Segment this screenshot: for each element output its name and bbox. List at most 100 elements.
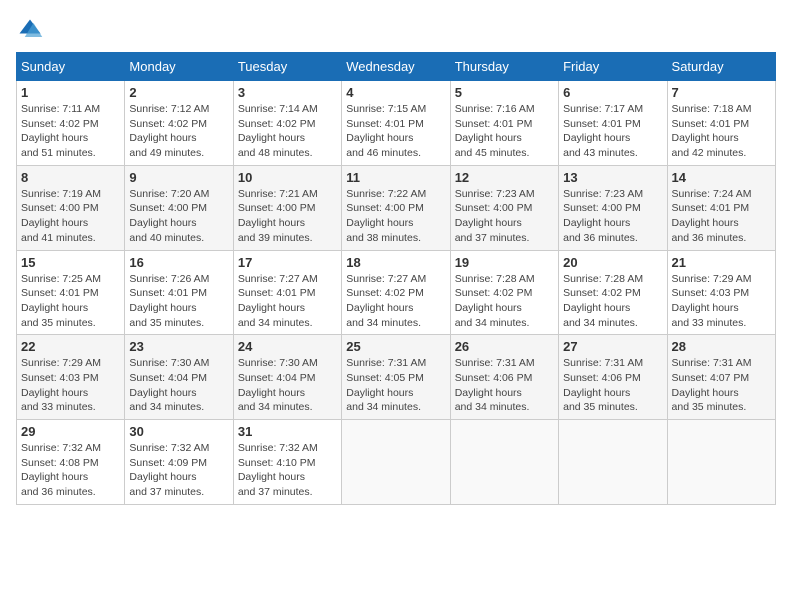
day-number: 1 — [21, 85, 120, 100]
calendar-cell: 2 Sunrise: 7:12 AM Sunset: 4:02 PM Dayli… — [125, 81, 233, 166]
calendar-cell — [667, 420, 775, 505]
day-number: 31 — [238, 424, 337, 439]
day-number: 16 — [129, 255, 228, 270]
calendar-cell: 7 Sunrise: 7:18 AM Sunset: 4:01 PM Dayli… — [667, 81, 775, 166]
logo — [16, 16, 48, 44]
day-info: Sunrise: 7:25 AM Sunset: 4:01 PM Dayligh… — [21, 272, 120, 331]
day-info: Sunrise: 7:23 AM Sunset: 4:00 PM Dayligh… — [455, 187, 554, 246]
day-number: 20 — [563, 255, 662, 270]
day-number: 19 — [455, 255, 554, 270]
day-number: 13 — [563, 170, 662, 185]
calendar-week-2: 8 Sunrise: 7:19 AM Sunset: 4:00 PM Dayli… — [17, 165, 776, 250]
calendar-cell: 17 Sunrise: 7:27 AM Sunset: 4:01 PM Dayl… — [233, 250, 341, 335]
day-number: 21 — [672, 255, 771, 270]
day-info: Sunrise: 7:17 AM Sunset: 4:01 PM Dayligh… — [563, 102, 662, 161]
day-info: Sunrise: 7:27 AM Sunset: 4:02 PM Dayligh… — [346, 272, 445, 331]
day-number: 12 — [455, 170, 554, 185]
day-info: Sunrise: 7:15 AM Sunset: 4:01 PM Dayligh… — [346, 102, 445, 161]
day-info: Sunrise: 7:32 AM Sunset: 4:08 PM Dayligh… — [21, 441, 120, 500]
day-number: 9 — [129, 170, 228, 185]
calendar-week-1: 1 Sunrise: 7:11 AM Sunset: 4:02 PM Dayli… — [17, 81, 776, 166]
calendar-cell: 4 Sunrise: 7:15 AM Sunset: 4:01 PM Dayli… — [342, 81, 450, 166]
day-info: Sunrise: 7:26 AM Sunset: 4:01 PM Dayligh… — [129, 272, 228, 331]
calendar-cell: 29 Sunrise: 7:32 AM Sunset: 4:08 PM Dayl… — [17, 420, 125, 505]
day-info: Sunrise: 7:32 AM Sunset: 4:09 PM Dayligh… — [129, 441, 228, 500]
calendar-cell: 24 Sunrise: 7:30 AM Sunset: 4:04 PM Dayl… — [233, 335, 341, 420]
day-info: Sunrise: 7:29 AM Sunset: 4:03 PM Dayligh… — [21, 356, 120, 415]
calendar-cell: 3 Sunrise: 7:14 AM Sunset: 4:02 PM Dayli… — [233, 81, 341, 166]
calendar-cell: 16 Sunrise: 7:26 AM Sunset: 4:01 PM Dayl… — [125, 250, 233, 335]
day-number: 4 — [346, 85, 445, 100]
calendar-cell — [342, 420, 450, 505]
calendar-cell: 22 Sunrise: 7:29 AM Sunset: 4:03 PM Dayl… — [17, 335, 125, 420]
day-number: 14 — [672, 170, 771, 185]
calendar-cell: 10 Sunrise: 7:21 AM Sunset: 4:00 PM Dayl… — [233, 165, 341, 250]
calendar-cell: 5 Sunrise: 7:16 AM Sunset: 4:01 PM Dayli… — [450, 81, 558, 166]
day-info: Sunrise: 7:30 AM Sunset: 4:04 PM Dayligh… — [238, 356, 337, 415]
day-number: 23 — [129, 339, 228, 354]
calendar-cell: 31 Sunrise: 7:32 AM Sunset: 4:10 PM Dayl… — [233, 420, 341, 505]
calendar-cell — [559, 420, 667, 505]
day-number: 2 — [129, 85, 228, 100]
calendar-week-3: 15 Sunrise: 7:25 AM Sunset: 4:01 PM Dayl… — [17, 250, 776, 335]
day-info: Sunrise: 7:18 AM Sunset: 4:01 PM Dayligh… — [672, 102, 771, 161]
weekday-header-tuesday: Tuesday — [233, 53, 341, 81]
day-number: 11 — [346, 170, 445, 185]
calendar-table: SundayMondayTuesdayWednesdayThursdayFrid… — [16, 52, 776, 505]
day-info: Sunrise: 7:27 AM Sunset: 4:01 PM Dayligh… — [238, 272, 337, 331]
weekday-header-sunday: Sunday — [17, 53, 125, 81]
day-info: Sunrise: 7:12 AM Sunset: 4:02 PM Dayligh… — [129, 102, 228, 161]
weekday-header-thursday: Thursday — [450, 53, 558, 81]
day-info: Sunrise: 7:21 AM Sunset: 4:00 PM Dayligh… — [238, 187, 337, 246]
day-number: 27 — [563, 339, 662, 354]
day-number: 28 — [672, 339, 771, 354]
calendar-cell: 8 Sunrise: 7:19 AM Sunset: 4:00 PM Dayli… — [17, 165, 125, 250]
day-info: Sunrise: 7:23 AM Sunset: 4:00 PM Dayligh… — [563, 187, 662, 246]
day-info: Sunrise: 7:16 AM Sunset: 4:01 PM Dayligh… — [455, 102, 554, 161]
day-info: Sunrise: 7:31 AM Sunset: 4:06 PM Dayligh… — [563, 356, 662, 415]
calendar-cell: 9 Sunrise: 7:20 AM Sunset: 4:00 PM Dayli… — [125, 165, 233, 250]
calendar-cell: 12 Sunrise: 7:23 AM Sunset: 4:00 PM Dayl… — [450, 165, 558, 250]
weekday-header-monday: Monday — [125, 53, 233, 81]
calendar-cell: 13 Sunrise: 7:23 AM Sunset: 4:00 PM Dayl… — [559, 165, 667, 250]
day-number: 24 — [238, 339, 337, 354]
day-number: 3 — [238, 85, 337, 100]
day-info: Sunrise: 7:19 AM Sunset: 4:00 PM Dayligh… — [21, 187, 120, 246]
day-info: Sunrise: 7:29 AM Sunset: 4:03 PM Dayligh… — [672, 272, 771, 331]
day-number: 5 — [455, 85, 554, 100]
day-info: Sunrise: 7:24 AM Sunset: 4:01 PM Dayligh… — [672, 187, 771, 246]
day-info: Sunrise: 7:31 AM Sunset: 4:06 PM Dayligh… — [455, 356, 554, 415]
calendar-cell: 25 Sunrise: 7:31 AM Sunset: 4:05 PM Dayl… — [342, 335, 450, 420]
day-number: 18 — [346, 255, 445, 270]
day-info: Sunrise: 7:31 AM Sunset: 4:07 PM Dayligh… — [672, 356, 771, 415]
calendar-cell: 18 Sunrise: 7:27 AM Sunset: 4:02 PM Dayl… — [342, 250, 450, 335]
calendar-cell — [450, 420, 558, 505]
day-number: 29 — [21, 424, 120, 439]
calendar-cell: 28 Sunrise: 7:31 AM Sunset: 4:07 PM Dayl… — [667, 335, 775, 420]
calendar-cell: 20 Sunrise: 7:28 AM Sunset: 4:02 PM Dayl… — [559, 250, 667, 335]
calendar-cell: 14 Sunrise: 7:24 AM Sunset: 4:01 PM Dayl… — [667, 165, 775, 250]
day-info: Sunrise: 7:31 AM Sunset: 4:05 PM Dayligh… — [346, 356, 445, 415]
day-info: Sunrise: 7:20 AM Sunset: 4:00 PM Dayligh… — [129, 187, 228, 246]
calendar-cell: 1 Sunrise: 7:11 AM Sunset: 4:02 PM Dayli… — [17, 81, 125, 166]
day-number: 17 — [238, 255, 337, 270]
day-info: Sunrise: 7:30 AM Sunset: 4:04 PM Dayligh… — [129, 356, 228, 415]
calendar-cell: 30 Sunrise: 7:32 AM Sunset: 4:09 PM Dayl… — [125, 420, 233, 505]
calendar-header-row: SundayMondayTuesdayWednesdayThursdayFrid… — [17, 53, 776, 81]
day-info: Sunrise: 7:32 AM Sunset: 4:10 PM Dayligh… — [238, 441, 337, 500]
calendar-cell: 27 Sunrise: 7:31 AM Sunset: 4:06 PM Dayl… — [559, 335, 667, 420]
calendar-cell: 15 Sunrise: 7:25 AM Sunset: 4:01 PM Dayl… — [17, 250, 125, 335]
calendar-cell: 23 Sunrise: 7:30 AM Sunset: 4:04 PM Dayl… — [125, 335, 233, 420]
day-number: 22 — [21, 339, 120, 354]
weekday-header-wednesday: Wednesday — [342, 53, 450, 81]
calendar-cell: 11 Sunrise: 7:22 AM Sunset: 4:00 PM Dayl… — [342, 165, 450, 250]
day-info: Sunrise: 7:14 AM Sunset: 4:02 PM Dayligh… — [238, 102, 337, 161]
day-number: 25 — [346, 339, 445, 354]
weekday-header-friday: Friday — [559, 53, 667, 81]
day-number: 10 — [238, 170, 337, 185]
weekday-header-saturday: Saturday — [667, 53, 775, 81]
day-number: 15 — [21, 255, 120, 270]
day-number: 30 — [129, 424, 228, 439]
day-number: 8 — [21, 170, 120, 185]
logo-icon — [16, 16, 44, 44]
